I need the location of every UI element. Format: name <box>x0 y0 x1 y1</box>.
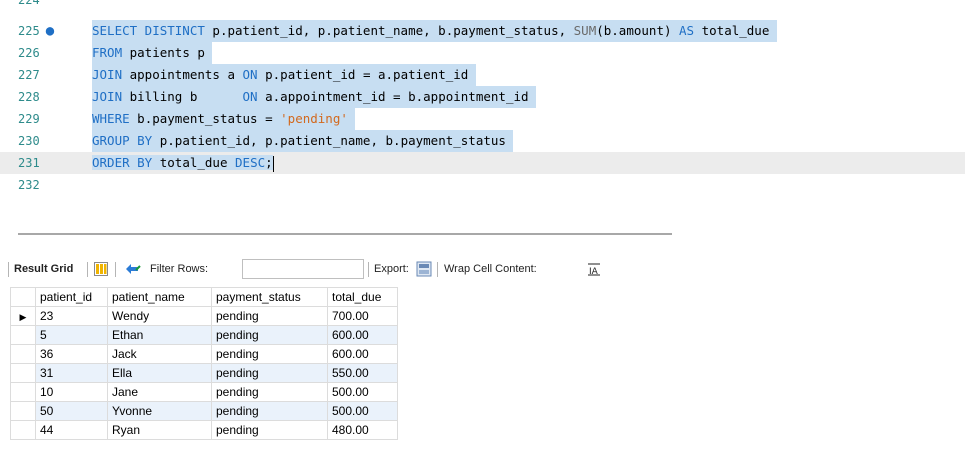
line-number: 232 <box>18 178 40 192</box>
export-icon[interactable] <box>416 261 432 277</box>
cell[interactable]: Ryan <box>107 420 212 440</box>
breakpoint-dot-icon[interactable]: ● <box>46 23 54 39</box>
filter-rows-label: Filter Rows: <box>150 263 209 275</box>
toolbar-divider <box>87 262 88 277</box>
cell[interactable]: Wendy <box>107 306 212 326</box>
cell[interactable]: 550.00 <box>327 363 398 383</box>
table-row[interactable]: 5 Ethan pending 600.00 <box>10 325 398 345</box>
row-marker-header <box>10 287 36 307</box>
filter-rows-input[interactable] <box>242 259 364 279</box>
cell[interactable]: 31 <box>35 363 108 383</box>
column-header[interactable]: patient_id <box>35 287 108 307</box>
editor-line: 232 <box>0 174 965 196</box>
line-number: 231 <box>18 156 40 170</box>
editor-line: 224 <box>0 0 965 11</box>
cell[interactable]: 480.00 <box>327 420 398 440</box>
code-text: SELECT DISTINCT p.patient_id, p.patient_… <box>92 20 777 42</box>
line-number: 226 <box>18 46 40 60</box>
row-marker <box>10 344 36 364</box>
cell[interactable]: pending <box>211 420 328 440</box>
result-grid[interactable]: patient_id patient_name payment_status t… <box>10 287 398 440</box>
cell[interactable]: 700.00 <box>327 306 398 326</box>
code-text: ORDER BY total_due DESC; <box>92 155 274 172</box>
code-text: WHERE b.payment_status = 'pending' <box>92 108 356 130</box>
code-text: GROUP BY p.patient_id, p.patient_name, b… <box>92 130 514 152</box>
editor-line: 226 FROM patients p <box>0 42 965 64</box>
table-row[interactable]: 50 Yvonne pending 500.00 <box>10 401 398 421</box>
line-number: 228 <box>18 90 40 104</box>
cell[interactable]: pending <box>211 401 328 421</box>
row-marker <box>10 420 36 440</box>
cell[interactable]: pending <box>211 344 328 364</box>
panel-splitter[interactable] <box>18 233 672 235</box>
row-marker <box>10 401 36 421</box>
toolbar-divider <box>8 262 9 277</box>
wrap-cell-content-label: Wrap Cell Content: <box>444 263 537 275</box>
table-row[interactable]: ▶ 23 Wendy pending 700.00 <box>10 306 398 326</box>
cell[interactable]: pending <box>211 363 328 383</box>
line-number: 229 <box>18 112 40 126</box>
cell[interactable]: 23 <box>35 306 108 326</box>
cell[interactable]: 44 <box>35 420 108 440</box>
editor-line: 229 WHERE b.payment_status = 'pending' <box>0 108 965 130</box>
line-number-gutter: 225 ● <box>18 23 55 39</box>
cell[interactable]: 600.00 <box>327 325 398 345</box>
editor-line: 225 ● SELECT DISTINCT p.patient_id, p.pat… <box>0 20 965 42</box>
cell[interactable]: pending <box>211 325 328 345</box>
cell[interactable]: 500.00 <box>327 382 398 402</box>
result-toolbar: Result Grid Filter Rows: Export: Wrap Ce… <box>0 258 965 280</box>
row-marker <box>10 363 36 383</box>
cell[interactable]: 5 <box>35 325 108 345</box>
column-header[interactable]: payment_status <box>211 287 328 307</box>
table-row[interactable]: 10 Jane pending 500.00 <box>10 382 398 402</box>
line-number: 224 <box>18 0 40 7</box>
editor-line: 230 GROUP BY p.patient_id, p.patient_nam… <box>0 130 965 152</box>
sql-editor[interactable]: 224 225 ● SELECT DISTINCT p.patient_id, p… <box>0 0 965 228</box>
filter-refresh-icon[interactable] <box>124 261 142 277</box>
row-marker: ▶ <box>10 306 36 326</box>
text-caret <box>272 155 274 172</box>
current-row-arrow-icon: ▶ <box>19 312 27 322</box>
code-text: JOIN appointments a ON p.patient_id = a.… <box>92 64 476 86</box>
table-row[interactable]: 31 Ella pending 550.00 <box>10 363 398 383</box>
row-marker <box>10 325 36 345</box>
table-row[interactable]: 36 Jack pending 600.00 <box>10 344 398 364</box>
line-number: 230 <box>18 134 40 148</box>
column-header[interactable]: patient_name <box>107 287 212 307</box>
column-header[interactable]: total_due <box>327 287 398 307</box>
grid-header-row: patient_id patient_name payment_status t… <box>10 287 398 307</box>
cell[interactable]: 500.00 <box>327 401 398 421</box>
editor-line-current: 231 ORDER BY total_due DESC; <box>0 152 965 174</box>
editor-line: 227 JOIN appointments a ON p.patient_id … <box>0 64 965 86</box>
cell[interactable]: 50 <box>35 401 108 421</box>
wrap-cell-icon[interactable]: IA <box>587 262 601 277</box>
cell[interactable]: pending <box>211 382 328 402</box>
cell[interactable]: 10 <box>35 382 108 402</box>
cell[interactable]: Ethan <box>107 325 212 345</box>
cell[interactable]: pending <box>211 306 328 326</box>
toolbar-divider <box>368 262 369 277</box>
row-marker <box>10 382 36 402</box>
editor-line: 228 JOIN billing b ON a.appointment_id =… <box>0 86 965 108</box>
table-row[interactable]: 44 Ryan pending 480.00 <box>10 420 398 440</box>
cell[interactable]: 600.00 <box>327 344 398 364</box>
toolbar-divider <box>115 262 116 277</box>
export-label: Export: <box>374 263 409 275</box>
code-text: JOIN billing b ON a.appointment_id = b.a… <box>92 86 537 108</box>
cell[interactable]: Jack <box>107 344 212 364</box>
cell[interactable]: Jane <box>107 382 212 402</box>
toolbar-divider <box>437 262 438 277</box>
line-number: 227 <box>18 68 40 82</box>
cell[interactable]: Yvonne <box>107 401 212 421</box>
grid-layout-icon[interactable] <box>94 262 108 276</box>
cell[interactable]: Ella <box>107 363 212 383</box>
cell[interactable]: 36 <box>35 344 108 364</box>
result-grid-tab[interactable]: Result Grid <box>14 258 73 280</box>
code-text: FROM patients p <box>92 42 213 64</box>
